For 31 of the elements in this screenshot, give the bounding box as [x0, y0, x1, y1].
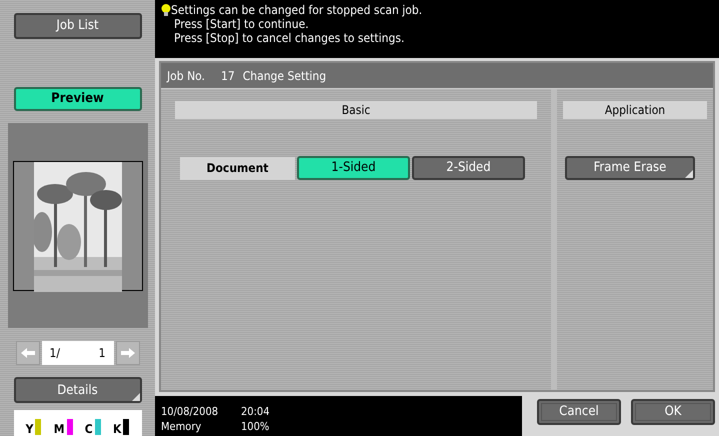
- section-header: Application: [563, 101, 707, 119]
- message-line: Press [Start] to continue.: [173, 17, 310, 31]
- memory-label: Memory: [161, 421, 202, 435]
- section-header: Basic: [175, 101, 537, 119]
- toner-label: M: [54, 423, 64, 436]
- page-counter: 1/ 1: [42, 341, 114, 366]
- date-text: 10/08/2008: [161, 406, 220, 420]
- message-line: Settings can be changed for stopped scan job.: [171, 3, 422, 17]
- job-number: 17: [220, 68, 235, 84]
- details-button[interactable]: Details: [14, 377, 142, 404]
- job-label: Job No.: [167, 68, 205, 84]
- row-label: Document: [180, 156, 295, 180]
- frame-erase-button[interactable]: Frame Erase: [565, 156, 695, 180]
- next-page-button[interactable]: [116, 341, 140, 366]
- memory-value: 100%: [241, 421, 270, 435]
- cancel-button[interactable]: Cancel: [537, 399, 621, 425]
- previous-page-button[interactable]: [16, 341, 40, 366]
- left-arrow-icon: [20, 348, 34, 358]
- preview-button[interactable]: Preview: [14, 86, 142, 111]
- message-line: Press [Stop] to cancel changes to settings.: [173, 31, 406, 45]
- option-button[interactable]: 1-Sided: [297, 156, 410, 180]
- time-text: 20:04: [241, 406, 271, 420]
- panel-title: Change Setting: [242, 68, 326, 84]
- toner-label: Y: [26, 423, 34, 436]
- right-arrow-icon: [120, 348, 134, 358]
- ok-button[interactable]: OK: [631, 399, 715, 425]
- toner-label: C: [84, 423, 93, 436]
- option-button[interactable]: 2-Sided: [412, 156, 525, 180]
- job-list-button[interactable]: Job List: [14, 13, 142, 39]
- light-bulb-icon: [161, 4, 171, 16]
- toner-label: K: [112, 423, 122, 436]
